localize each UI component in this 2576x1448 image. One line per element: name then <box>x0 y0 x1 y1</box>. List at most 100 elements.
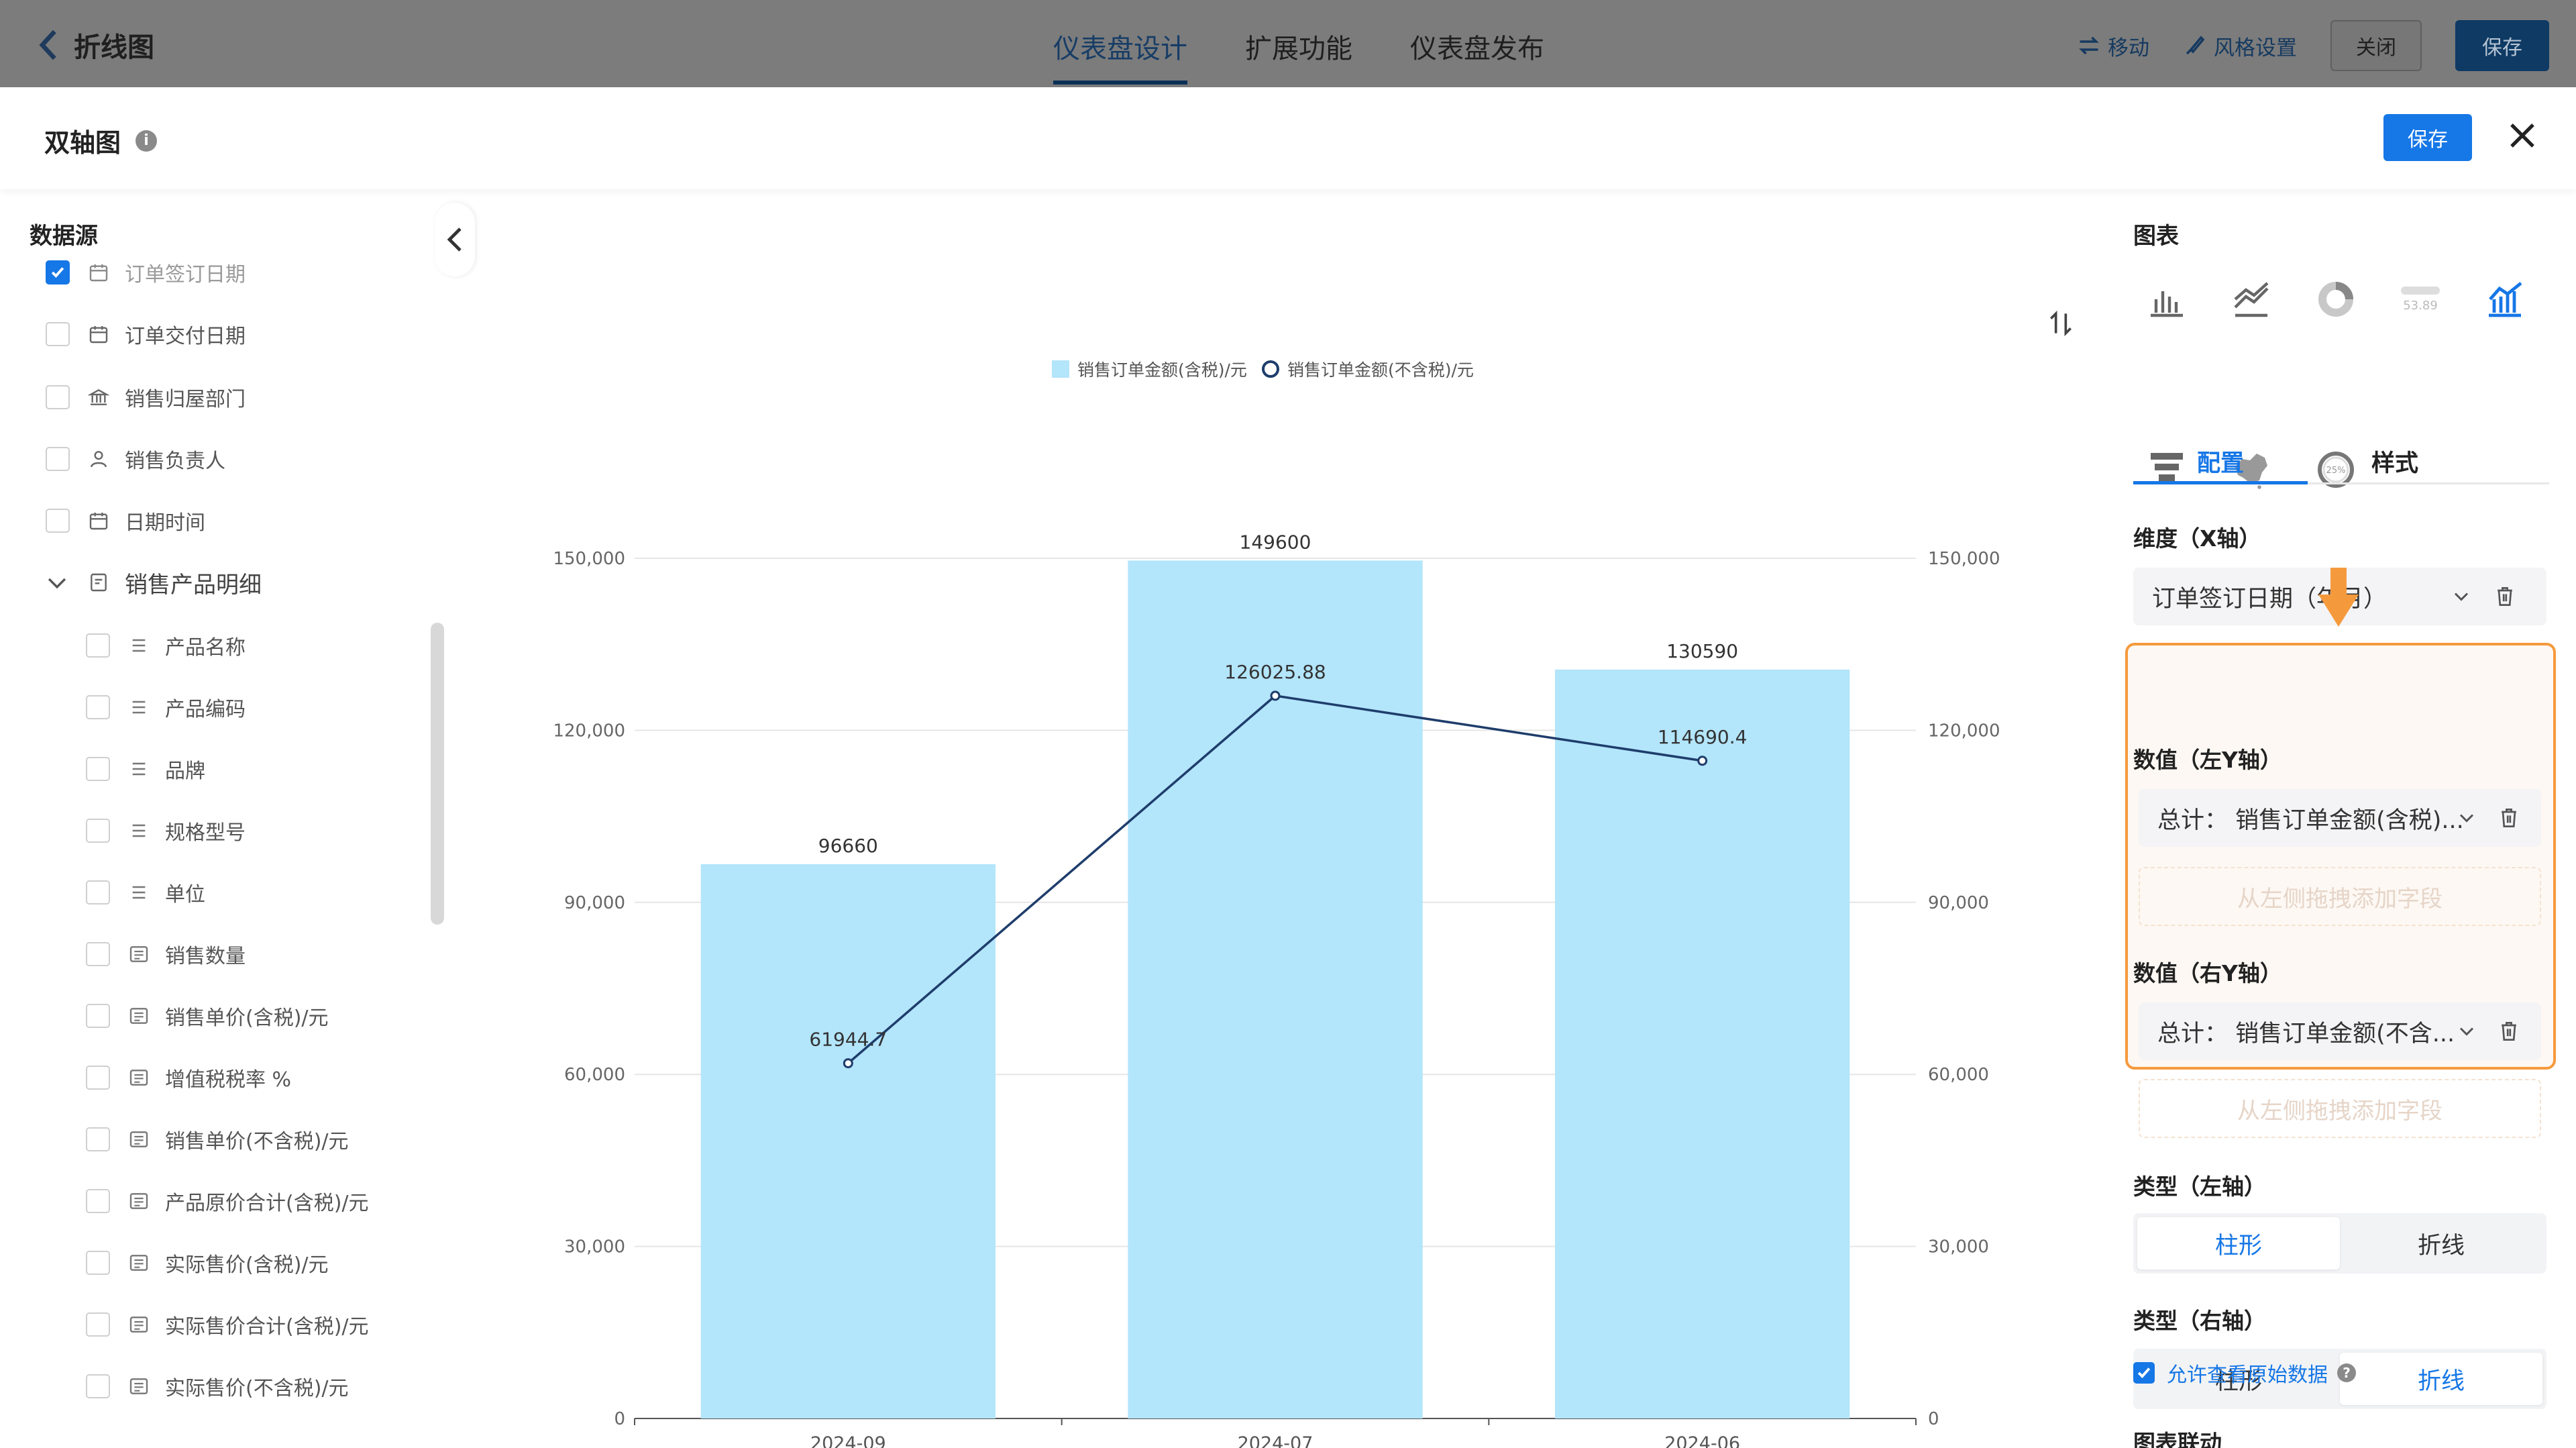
ring-chart-icon[interactable] <box>2312 275 2360 323</box>
line-point <box>843 1058 853 1069</box>
field-checkbox[interactable] <box>46 260 70 285</box>
person-icon <box>87 448 110 470</box>
dual-axis-chart-icon[interactable] <box>2481 275 2529 323</box>
right-type-line-option[interactable]: 折线 <box>2340 1353 2542 1405</box>
field-item[interactable]: 实际售价(不含税)/元 <box>86 1366 349 1406</box>
line-chart-icon[interactable] <box>2227 275 2275 323</box>
field-item[interactable]: 销售负责人 <box>46 439 225 479</box>
field-checkbox[interactable] <box>86 880 110 904</box>
field-checkbox[interactable] <box>86 1004 110 1028</box>
trash-icon[interactable] <box>2493 584 2517 609</box>
field-item[interactable]: 订单交付日期 <box>46 314 246 354</box>
allow-raw-data-checkbox[interactable] <box>2133 1362 2155 1384</box>
legend-label: 销售订单金额(不含税)/元 <box>1287 360 1474 380</box>
field-checkbox[interactable] <box>86 757 110 781</box>
left-type-line-option[interactable]: 折线 <box>2340 1217 2542 1270</box>
field-item[interactable]: 实际售价合计(含税)/元 <box>86 1304 369 1345</box>
tab-style[interactable]: 样式 <box>2308 436 2482 482</box>
y2-tick-label: 90,000 <box>1928 893 1989 913</box>
field-checkbox[interactable] <box>86 1374 110 1398</box>
field-item[interactable]: 产品名称 <box>86 625 246 666</box>
bar-data-label: 96660 <box>818 835 878 857</box>
right-drop-zone[interactable]: 从左侧拖拽添加字段 <box>2139 1079 2541 1138</box>
modal-title: 双轴图 i <box>44 122 158 159</box>
back-button[interactable]: 折线图 <box>38 25 154 64</box>
field-item[interactable]: 单位 <box>86 872 205 913</box>
left-value-field[interactable]: 总计： 销售订单金额(含税)... <box>2139 789 2541 847</box>
trash-icon[interactable] <box>2497 805 2521 831</box>
field-item[interactable]: 品牌 <box>86 749 205 789</box>
tab-dashboard-publish[interactable]: 仪表盘发布 <box>1410 27 1544 83</box>
field-item[interactable]: 产品编码 <box>86 687 246 727</box>
chevron-down-icon[interactable] <box>2457 1021 2477 1041</box>
save-button[interactable]: 保存 <box>2455 20 2549 71</box>
line-data-label: 126025.88 <box>1224 661 1326 683</box>
text-lines-icon <box>127 819 150 842</box>
field-checkbox[interactable] <box>86 633 110 658</box>
field-item[interactable]: 产品原价合计(含税)/元 <box>86 1181 369 1221</box>
y-tick-label: 90,000 <box>564 893 625 913</box>
datasource-scrollbar[interactable] <box>431 623 444 925</box>
help-icon[interactable]: ? <box>2337 1363 2356 1382</box>
chevron-down-icon[interactable] <box>2451 586 2471 607</box>
field-label: 产品名称 <box>165 636 246 660</box>
style-settings-button[interactable]: 风格设置 <box>2183 31 2297 61</box>
field-item[interactable]: 实际售价(含税)/元 <box>86 1243 329 1283</box>
modal-title-text: 双轴图 <box>44 128 121 158</box>
x-tick-label: 2024-09 <box>810 1433 886 1448</box>
field-checkbox[interactable] <box>46 322 70 346</box>
field-checkbox[interactable] <box>46 509 70 533</box>
field-item[interactable]: 订单签订日期 <box>46 252 246 293</box>
close-button[interactable]: 关闭 <box>2330 20 2422 71</box>
chart-types-title: 图表 <box>2133 223 2179 250</box>
field-item[interactable]: 销售数量 <box>86 934 246 974</box>
field-checkbox[interactable] <box>86 1127 110 1151</box>
field-group-label: 销售产品明细 <box>125 571 262 599</box>
field-item[interactable]: 销售单价(含税)/元 <box>86 996 329 1036</box>
chevron-down-icon[interactable] <box>46 571 68 594</box>
line-data-label: 114690.4 <box>1658 726 1748 748</box>
back-label: 折线图 <box>74 32 154 63</box>
left-type-bar-option[interactable]: 柱形 <box>2137 1217 2340 1270</box>
bar-chart-icon[interactable] <box>2143 275 2191 323</box>
tab-dashboard-design[interactable]: 仪表盘设计 <box>1053 27 1187 85</box>
field-item[interactable]: 销售归屋部门 <box>46 377 246 417</box>
style-settings-label: 风格设置 <box>2214 36 2297 60</box>
left-drop-zone[interactable]: 从左侧拖拽添加字段 <box>2139 867 2541 926</box>
y-tick-label: 30,000 <box>564 1237 625 1257</box>
datasource-title: 数据源 <box>30 223 98 250</box>
field-item[interactable]: 日期时间 <box>46 501 205 541</box>
field-checkbox[interactable] <box>46 385 70 409</box>
trash-icon[interactable] <box>2497 1019 2521 1044</box>
field-checkbox[interactable] <box>86 695 110 719</box>
move-button[interactable]: 移动 <box>2077 31 2149 61</box>
field-checkbox[interactable] <box>86 1189 110 1213</box>
right-value-field[interactable]: 总计： 销售订单金额(不含... <box>2139 1002 2541 1060</box>
field-item[interactable]: 增值税税率 % <box>86 1057 291 1098</box>
drag-indicator-arrow-icon <box>2318 568 2359 627</box>
legend-item[interactable]: 销售订单金额(含税)/元 <box>1052 357 1247 381</box>
left-type-label: 类型（左轴） <box>2133 1174 2266 1200</box>
field-checkbox[interactable] <box>86 819 110 843</box>
allow-raw-data-option[interactable]: 允许查看原始数据 ? <box>2133 1358 2356 1388</box>
tab-config[interactable]: 配置 <box>2133 436 2308 484</box>
calendar-icon <box>87 509 110 532</box>
field-checkbox[interactable] <box>86 1312 110 1337</box>
field-item[interactable]: 规格型号 <box>86 811 246 851</box>
field-checkbox[interactable] <box>86 942 110 966</box>
chevron-down-icon[interactable] <box>2457 808 2477 828</box>
field-checkbox[interactable] <box>86 1066 110 1090</box>
tab-extensions[interactable]: 扩展功能 <box>1245 27 1352 83</box>
right-value-text: 总计： 销售订单金额(不含... <box>2157 1020 2455 1047</box>
info-icon[interactable]: i <box>136 130 158 152</box>
bar <box>1555 669 1850 1418</box>
right-type-label: 类型（右轴） <box>2133 1308 2266 1334</box>
field-group[interactable]: 销售产品明细 <box>46 562 262 603</box>
swap-axes-icon[interactable] <box>2046 309 2076 338</box>
field-label: 单位 <box>165 883 205 907</box>
legend-item[interactable]: 销售订单金额(不含税)/元 <box>1261 357 1474 381</box>
field-checkbox[interactable] <box>86 1251 110 1275</box>
field-item[interactable]: 销售单价(不含税)/元 <box>86 1119 349 1159</box>
field-checkbox[interactable] <box>46 447 70 471</box>
indicator-card-icon[interactable]: 53.89 <box>2396 275 2445 323</box>
